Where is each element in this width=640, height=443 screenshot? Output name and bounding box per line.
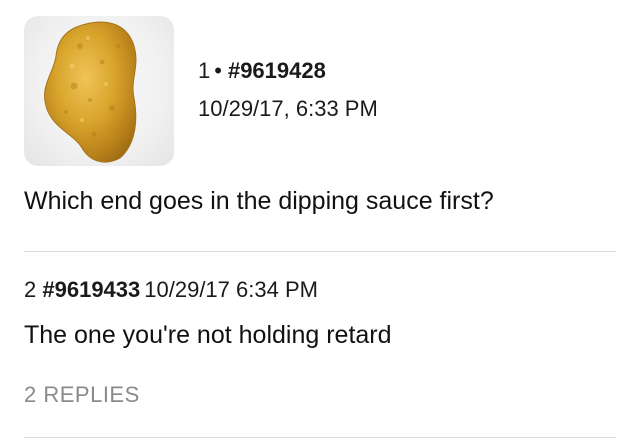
separator-dot: • xyxy=(214,58,222,83)
reply-header: 2 #9619433 10/29/17 6:34 PM xyxy=(24,277,318,303)
reply-id-link[interactable]: #9619433 xyxy=(42,277,140,302)
post-number: 1 xyxy=(198,58,211,83)
reply-body: The one you're not holding retard xyxy=(24,321,392,349)
replies-button[interactable]: 2 REPLIES xyxy=(24,382,140,408)
post-body: Which end goes in the dipping sauce firs… xyxy=(24,187,494,215)
divider xyxy=(24,437,616,438)
post-timestamp: 10/29/17, 6:33 PM xyxy=(198,96,378,121)
post-thumbnail[interactable] xyxy=(24,16,174,166)
post-id-link[interactable]: #9619428 xyxy=(228,58,326,83)
divider xyxy=(24,251,616,252)
reply-timestamp: 10/29/17 6:34 PM xyxy=(144,277,318,302)
reply-number: 2 xyxy=(24,277,37,302)
thread-view: 1 • #9619428 10/29/17, 6:33 PM Which end g… xyxy=(0,0,640,443)
chicken-nugget-image xyxy=(44,21,137,163)
op-post-header: 1 • #9619428 xyxy=(198,58,326,84)
